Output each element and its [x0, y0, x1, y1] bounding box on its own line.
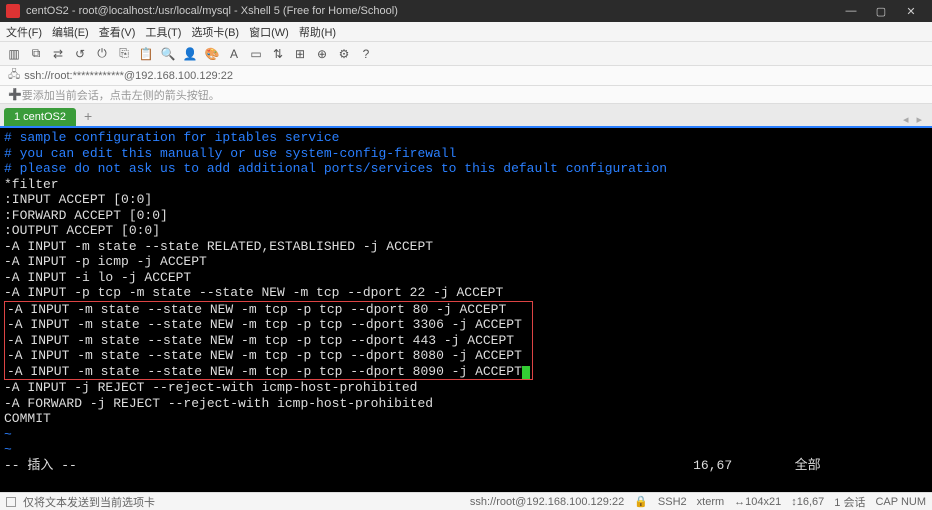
terminal-line: -A INPUT -m state --state NEW -m tcp -p …: [7, 302, 530, 317]
menu-bar: 文件(F) 编辑(E) 查看(V) 工具(T) 选项卡(B) 窗口(W) 帮助(…: [0, 22, 932, 42]
terminal-line: -A INPUT -p icmp -j ACCEPT: [4, 254, 207, 269]
tab-nav-left-icon[interactable]: ◂: [903, 113, 909, 126]
menu-edit[interactable]: 编辑(E): [52, 24, 89, 40]
vim-mode: -- 插入 --: [4, 458, 77, 473]
app-icon: [6, 4, 20, 18]
terminal-line: -A INPUT -j REJECT --reject-with icmp-ho…: [4, 380, 417, 395]
status-protocol-icon: 🔒: [634, 495, 648, 508]
copy-icon[interactable]: ⎘: [116, 46, 132, 62]
session-tab-bar: 1 centOS2 + ◂ ▸: [0, 104, 932, 126]
terminal-pane[interactable]: # sample configuration for iptables serv…: [0, 126, 932, 492]
terminal-line: -A INPUT -p tcp -m state --state NEW -m …: [4, 285, 503, 300]
window-title: centOS2 - root@localhost:/usr/local/mysq…: [26, 5, 398, 17]
font-icon[interactable]: A: [226, 46, 242, 62]
terminal-line: :FORWARD ACCEPT [0:0]: [4, 208, 168, 223]
connect-icon[interactable]: ⇄: [50, 46, 66, 62]
toolbar: ▥ ⧉ ⇄ ↺ ⏻ ⎘ 📋 🔍 👤 🎨 A ▭ ⇅ ⊞ ⊕ ⚙ ?: [0, 42, 932, 66]
status-bar: 仅将文本发送到当前选项卡 ssh://root@192.168.100.129:…: [0, 492, 932, 510]
vim-status-line: -- 插入 -- 16,67 全部: [4, 458, 821, 473]
maximize-button[interactable]: ▢: [866, 5, 896, 18]
screen-icon[interactable]: ▭: [248, 46, 264, 62]
hint-bar: ➕ 要添加当前会话，点击左侧的箭头按钮。: [0, 86, 932, 104]
layout-icon[interactable]: ⊞: [292, 46, 308, 62]
tab-nav-right-icon[interactable]: ▸: [916, 113, 922, 126]
transfer-icon[interactable]: ⇅: [270, 46, 286, 62]
status-caps-num: CAP NUM: [875, 496, 926, 508]
terminal-line: :INPUT ACCEPT [0:0]: [4, 192, 152, 207]
vim-tilde: ~: [4, 427, 12, 442]
tab-centos2[interactable]: 1 centOS2: [4, 108, 76, 126]
hint-icon: ➕: [8, 88, 22, 101]
status-term: xterm: [697, 496, 725, 508]
terminal-line: # sample configuration for iptables serv…: [4, 130, 339, 145]
search-icon[interactable]: 🔍: [160, 46, 176, 62]
status-connection: ssh://root@192.168.100.129:22: [470, 496, 624, 508]
color-icon[interactable]: 🎨: [204, 46, 220, 62]
address-bar: 🖧 ssh://root:************@192.168.100.12…: [0, 66, 932, 86]
vim-scroll-pos: 全部: [795, 458, 821, 473]
help-icon[interactable]: ?: [358, 46, 374, 62]
terminal-line: -A INPUT -m state --state NEW -m tcp -p …: [7, 348, 530, 363]
terminal-line: -A FORWARD -j REJECT --reject-with icmp-…: [4, 396, 433, 411]
close-button[interactable]: ✕: [896, 5, 926, 18]
menu-tabs[interactable]: 选项卡(B): [191, 24, 239, 40]
vim-cursor-pos: 16,67: [693, 458, 732, 473]
menu-help[interactable]: 帮助(H): [299, 24, 336, 40]
terminal-line: # you can edit this manually or use syst…: [4, 146, 456, 161]
highlighted-rules-box: -A INPUT -m state --state NEW -m tcp -p …: [4, 301, 533, 381]
menu-view[interactable]: 查看(V): [99, 24, 136, 40]
status-pos: 16,67: [797, 496, 825, 508]
vim-tilde: ~: [4, 442, 12, 457]
address-text[interactable]: ssh://root:************@192.168.100.129:…: [24, 70, 233, 82]
reconnect-icon[interactable]: ↺: [72, 46, 88, 62]
open-icon[interactable]: ⧉: [28, 46, 44, 62]
status-size-icon: ↔: [734, 496, 745, 508]
terminal-line: -A INPUT -m state --state NEW -m tcp -p …: [7, 317, 530, 332]
menu-file[interactable]: 文件(F): [6, 24, 42, 40]
window-titlebar: centOS2 - root@localhost:/usr/local/mysq…: [0, 0, 932, 22]
status-size: 104x21: [745, 496, 781, 508]
user-icon[interactable]: 👤: [182, 46, 198, 62]
paste-icon[interactable]: 📋: [138, 46, 154, 62]
hint-text: 要添加当前会话，点击左侧的箭头按钮。: [22, 87, 220, 103]
terminal-line: :OUTPUT ACCEPT [0:0]: [4, 223, 160, 238]
settings-icon[interactable]: ⚙: [336, 46, 352, 62]
status-left-text: 仅将文本发送到当前选项卡: [23, 494, 155, 510]
status-protocol: SSH2: [658, 496, 687, 508]
terminal-line: *filter: [4, 177, 59, 192]
terminal-line: -A INPUT -i lo -j ACCEPT: [4, 270, 191, 285]
send-text-checkbox[interactable]: [6, 497, 16, 507]
terminal-line: -A INPUT -m state --state NEW -m tcp -p …: [7, 333, 530, 348]
tab-add-button[interactable]: +: [78, 106, 98, 126]
new-session-icon[interactable]: ▥: [6, 46, 22, 62]
terminal-line: -A INPUT -m state --state RELATED,ESTABL…: [4, 239, 433, 254]
menu-window[interactable]: 窗口(W): [249, 24, 289, 40]
disconnect-icon[interactable]: ⏻: [94, 46, 110, 62]
terminal-line: -A INPUT -m state --state NEW -m tcp -p …: [7, 364, 522, 379]
terminal-cursor: [522, 366, 530, 379]
minimize-button[interactable]: —: [836, 5, 866, 17]
terminal-line: # please do not ask us to add additional…: [4, 161, 667, 176]
terminal-line: COMMIT: [4, 411, 51, 426]
status-sessions: 1 会话: [834, 494, 865, 510]
lock-icon: 🖧: [8, 66, 20, 85]
menu-tools[interactable]: 工具(T): [145, 24, 181, 40]
add-tab-icon[interactable]: ⊕: [314, 46, 330, 62]
